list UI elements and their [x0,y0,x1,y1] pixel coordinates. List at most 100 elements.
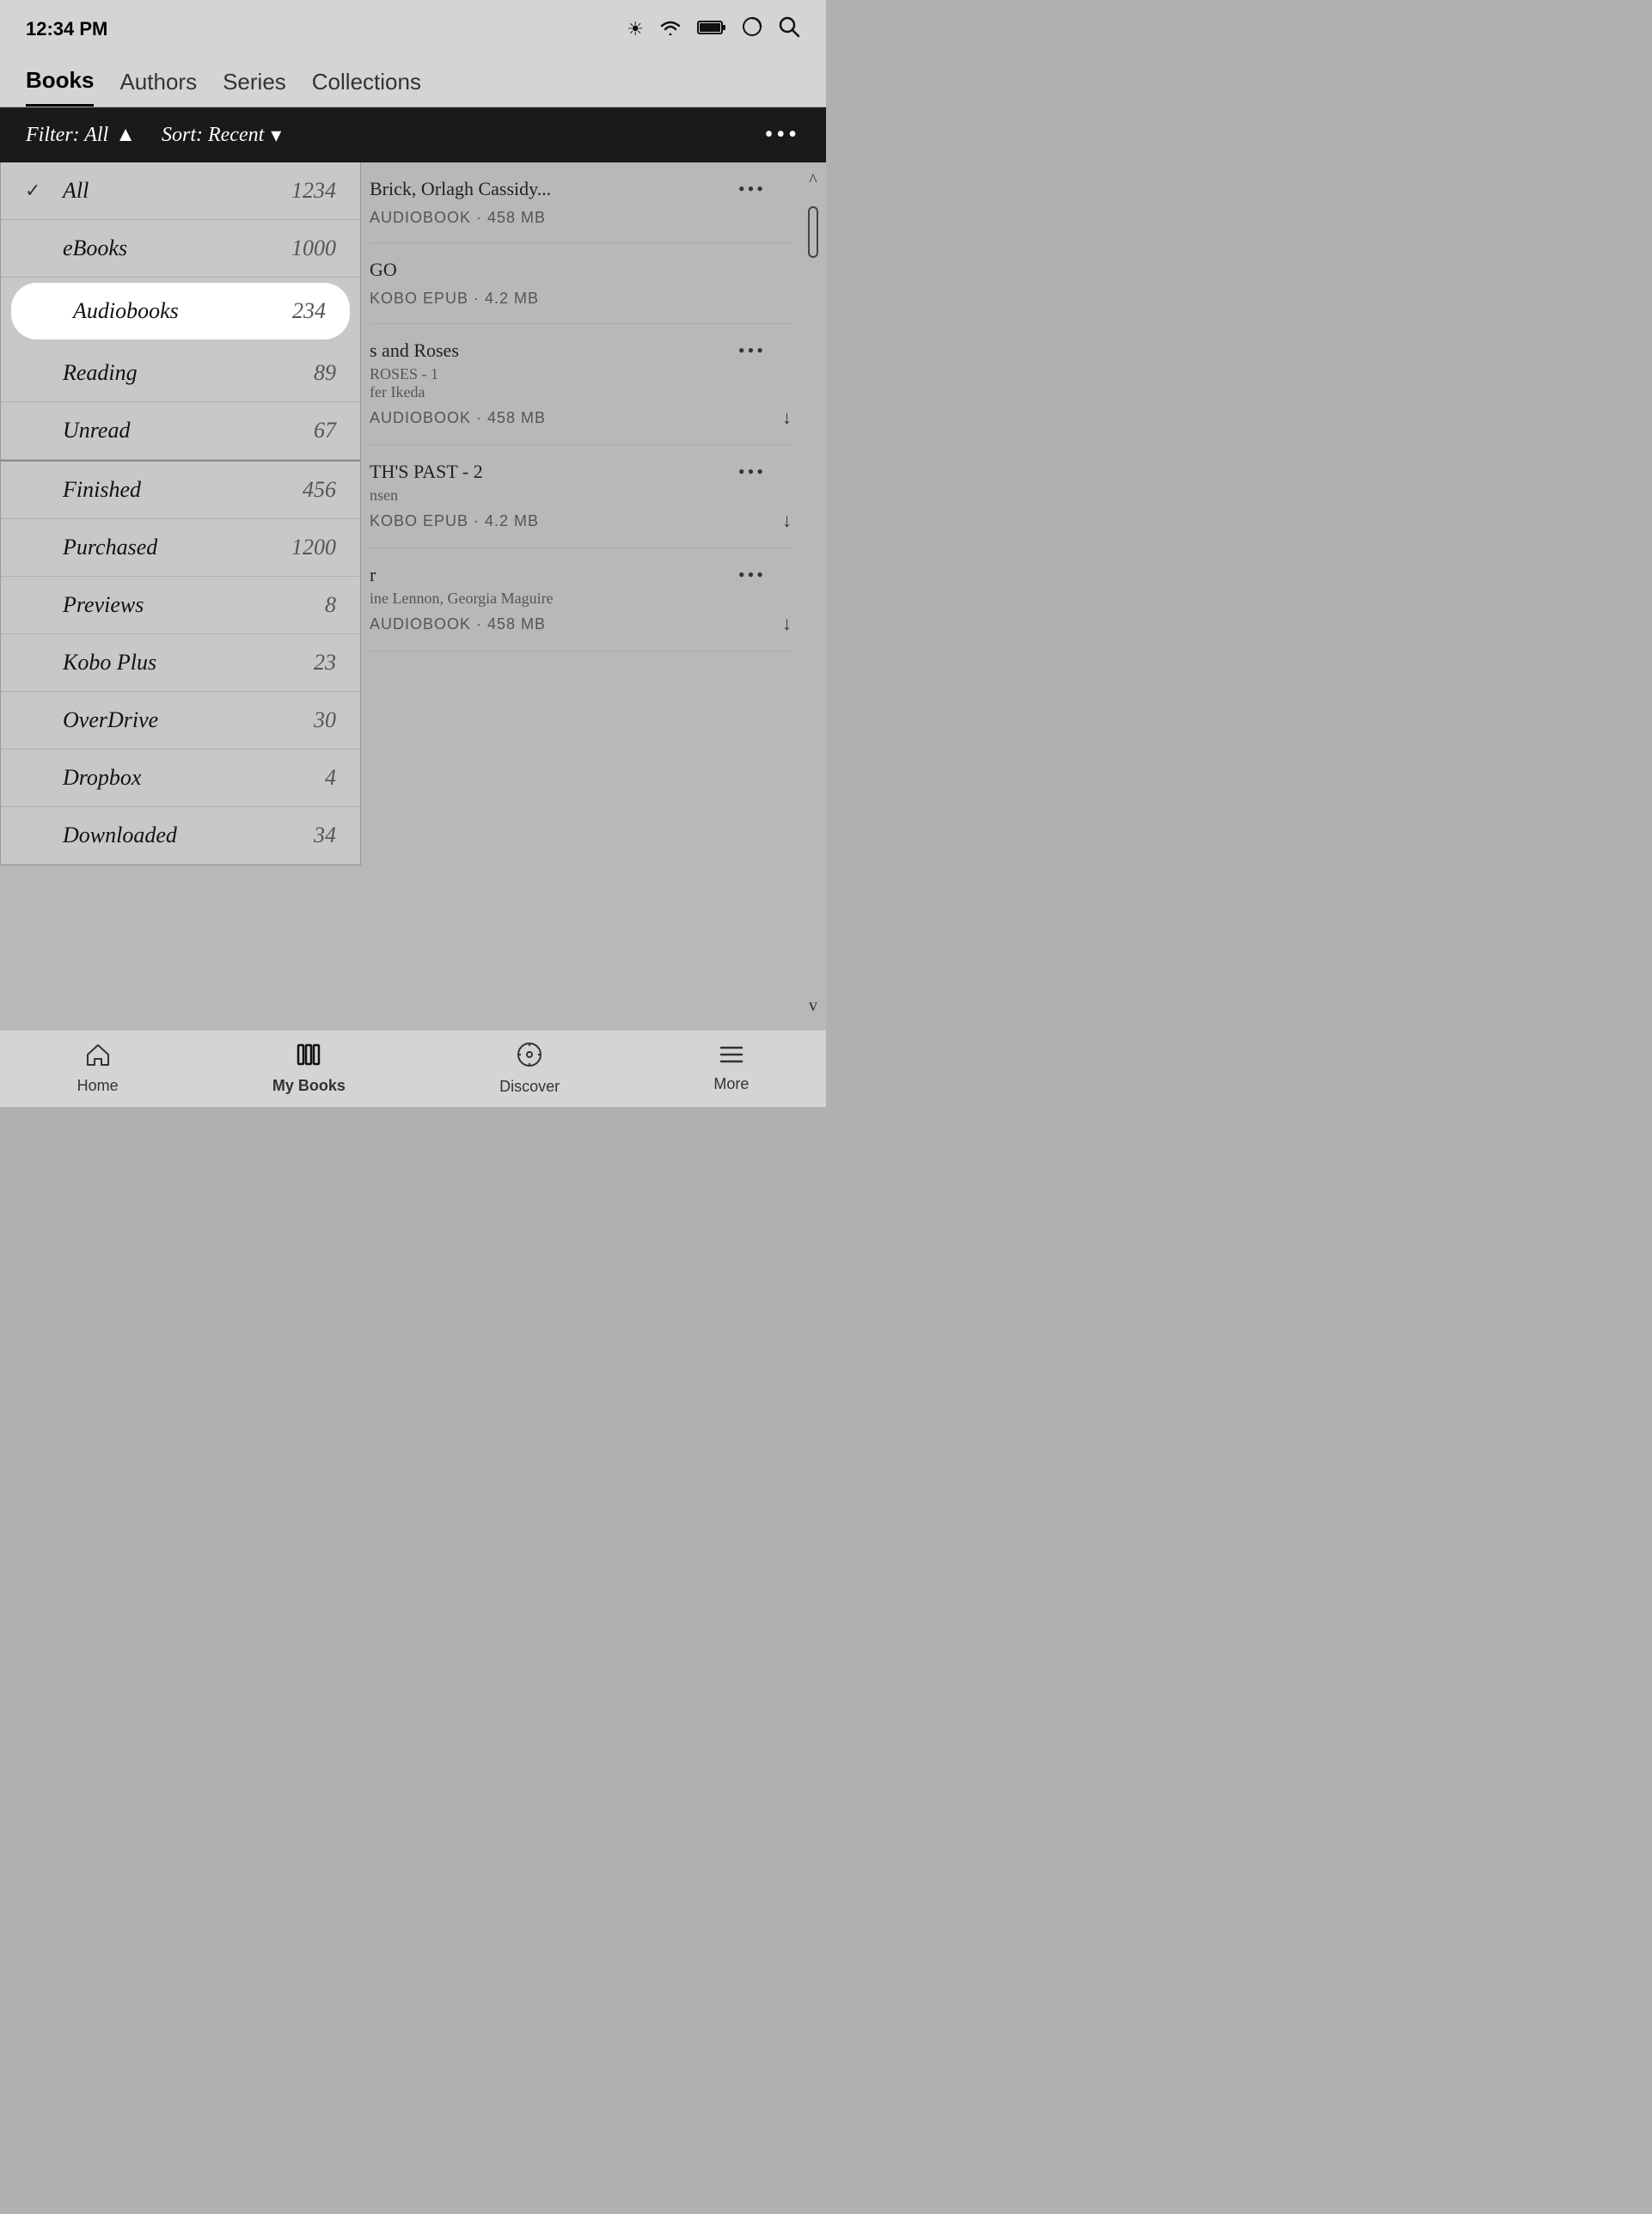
discover-icon [517,1042,542,1074]
book-item-top: s and Roses ROSES - 1 fer Ikeda ••• [370,339,792,401]
filter-option-count: 1000 [291,235,336,261]
book-more-button[interactable]: ••• [738,564,766,586]
book-meta: KOBO EPUB · 4.2 MB [370,290,792,308]
home-icon [85,1043,111,1073]
book-title: Brick, Orlagh Cassidy... [370,178,738,200]
filter-label: Filter: All [26,124,108,147]
filter-option-count: 23 [314,650,336,676]
filter-option-count: 30 [314,707,336,733]
filter-option-label: Unread [63,418,130,443]
book-item-top: GO [370,259,792,284]
tab-series[interactable]: Series [223,69,286,106]
nav-home-label: Home [77,1077,119,1095]
filter-option-label: eBooks [63,235,127,261]
book-info: GO [370,259,766,284]
filter-option-label: Audiobooks [73,298,179,324]
filter-option-count: 34 [314,823,336,848]
nav-my-books-label: My Books [272,1077,346,1095]
checkmark-icon: ✓ [25,180,46,202]
book-meta: KOBO EPUB · 4.2 MB ↓ [370,510,792,532]
book-title: r [370,564,738,586]
filter-left: Filter: All ▲ Sort: Recent ▾ [26,123,281,148]
filter-option-label: Downloaded [63,823,177,848]
book-item: GO KOBO EPUB · 4.2 MB [370,243,792,324]
book-subtitle: ROSES - 1 [370,365,738,383]
dropdown-item-left: Reading [25,360,138,386]
book-format-label: AUDIOBOOK · 458 MB [370,209,546,227]
battery-icon [697,18,726,40]
more-options-button[interactable]: ••• [765,121,800,149]
filter-option-dropbox[interactable]: Dropbox 4 [1,749,360,807]
tab-collections[interactable]: Collections [312,69,421,106]
scroll-up-button[interactable]: ^ [809,171,817,191]
scroll-thumb[interactable] [808,206,818,258]
status-time: 12:34 PM [26,18,107,40]
filter-option-label: Purchased [63,535,157,560]
filter-option-previews[interactable]: Previews 8 [1,577,360,634]
book-meta: AUDIOBOOK · 458 MB ↓ [370,407,792,429]
my-books-icon [296,1043,321,1073]
dropdown-item-left: Kobo Plus [25,650,156,676]
nav-discover[interactable]: Discover [499,1042,560,1096]
bottom-nav: Home My Books Discover [0,1030,826,1107]
filter-option-finished[interactable]: Finished 456 [1,460,360,519]
book-title: GO [370,259,766,281]
filter-option-ebooks[interactable]: eBooks 1000 [1,220,360,278]
dropdown-item-left: Unread [25,418,130,443]
download-button[interactable]: ↓ [782,613,792,635]
search-icon[interactable] [778,15,800,43]
filter-option-count: 4 [325,765,336,791]
dropdown-item-left: Downloaded [25,823,177,848]
book-format-label: AUDIOBOOK · 458 MB [370,615,546,633]
sort-caret-icon: ▾ [271,123,281,148]
filter-option-unread[interactable]: Unread 67 [1,402,360,460]
book-item: Brick, Orlagh Cassidy... ••• AUDIOBOOK ·… [370,162,792,243]
more-icon [719,1044,744,1072]
scrollbar[interactable]: ^ v [800,162,826,1033]
filter-option-all[interactable]: ✓ All 1234 [1,162,360,220]
book-more-button[interactable]: ••• [738,178,766,200]
book-title: s and Roses [370,339,738,362]
filter-option-count: 8 [325,592,336,618]
download-button[interactable]: ↓ [782,510,792,532]
dropdown-item-left: OverDrive [25,707,158,733]
book-author: ine Lennon, Georgia Maguire [370,590,738,608]
filter-option-audiobooks[interactable]: Audiobooks 234 [11,283,350,339]
filter-option-label: Dropbox [63,765,141,791]
download-button[interactable]: ↓ [782,407,792,429]
book-more-button[interactable]: ••• [738,339,766,362]
nav-my-books[interactable]: My Books [272,1043,346,1095]
filter-option-reading[interactable]: Reading 89 [1,345,360,402]
filter-option-downloaded[interactable]: Downloaded 34 [1,807,360,865]
filter-button[interactable]: Filter: All ▲ [26,124,136,147]
filter-option-count: 1234 [291,178,336,204]
nav-more[interactable]: More [713,1044,749,1093]
tab-authors[interactable]: Authors [119,69,197,106]
status-bar: 12:34 PM ☀ [0,0,826,52]
sync-icon [742,16,762,42]
book-item-top: r ine Lennon, Georgia Maguire ••• [370,564,792,608]
book-meta: AUDIOBOOK · 458 MB [370,209,792,227]
scroll-down-button[interactable]: v [809,996,817,1016]
book-info: TH'S PAST - 2 nsen [370,461,738,505]
dropdown-item-left: Purchased [25,535,157,560]
book-format-label: KOBO EPUB · 4.2 MB [370,290,539,308]
sort-button[interactable]: Sort: Recent ▾ [162,123,281,148]
filter-option-count: 1200 [291,535,336,560]
book-format-label: AUDIOBOOK · 458 MB [370,409,546,427]
book-author: fer Ikeda [370,383,738,401]
dropdown-item-left: Finished [25,477,141,503]
filter-bar: Filter: All ▲ Sort: Recent ▾ ••• [0,107,826,162]
filter-option-label: Reading [63,360,138,386]
filter-option-purchased[interactable]: Purchased 1200 [1,519,360,577]
filter-option-count: 456 [303,477,336,503]
book-item-top: TH'S PAST - 2 nsen ••• [370,461,792,505]
tab-books[interactable]: Books [26,67,94,107]
nav-home[interactable]: Home [77,1043,119,1095]
filter-dropdown: ✓ All 1234 eBooks 1000 Audiobooks 234 [0,162,361,865]
filter-option-kobo-plus[interactable]: Kobo Plus 23 [1,634,360,692]
filter-option-overdrive[interactable]: OverDrive 30 [1,692,360,749]
dropdown-item-left: Previews [25,592,144,618]
filter-option-label: Kobo Plus [63,650,156,676]
book-more-button[interactable]: ••• [738,461,766,483]
